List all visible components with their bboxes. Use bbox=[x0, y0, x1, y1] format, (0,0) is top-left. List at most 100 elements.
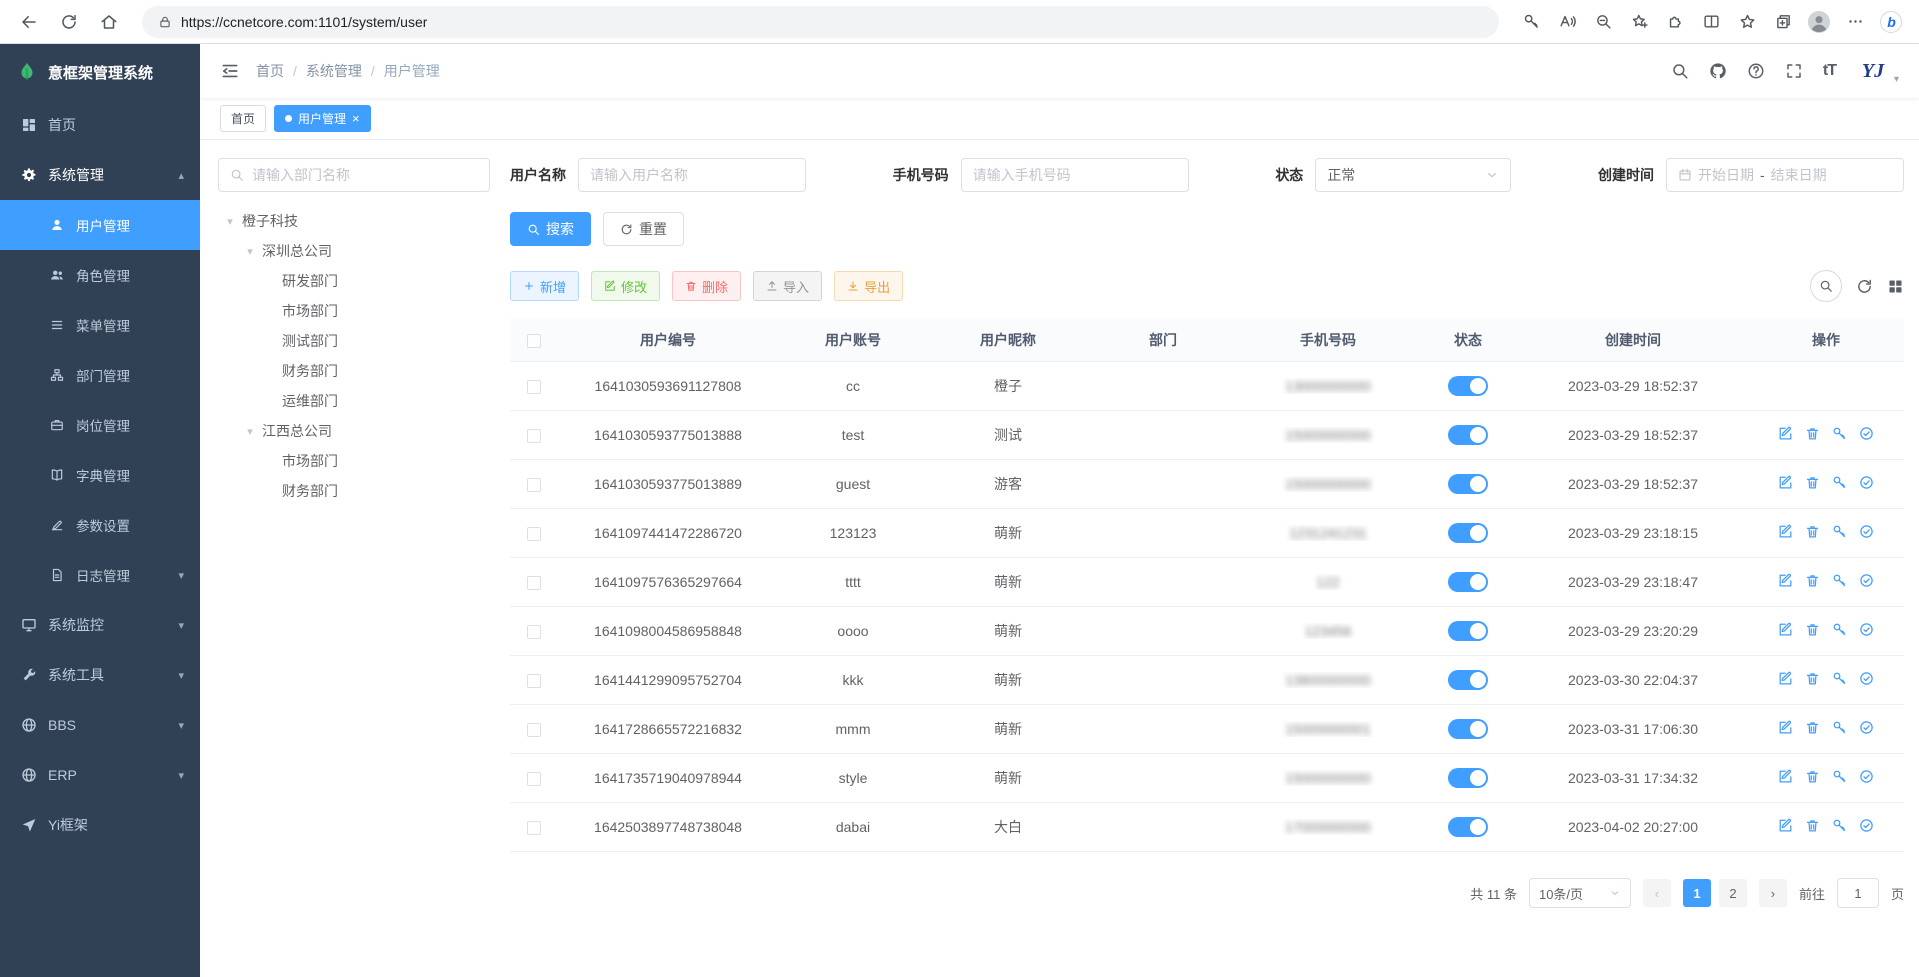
sidebar-item-erp[interactable]: ERP▾ bbox=[0, 750, 200, 800]
row-reset-password-icon[interactable] bbox=[1832, 671, 1847, 686]
row-reset-password-icon[interactable] bbox=[1832, 720, 1847, 735]
status-toggle[interactable] bbox=[1448, 376, 1488, 396]
collapse-sidebar-icon[interactable] bbox=[220, 61, 240, 81]
copilot-button[interactable]: b bbox=[1875, 6, 1907, 38]
row-reset-password-icon[interactable] bbox=[1832, 426, 1847, 441]
tree-node[interactable]: ▾橙子科技 bbox=[218, 206, 490, 236]
row-delete-icon[interactable] bbox=[1805, 426, 1820, 441]
row-checkbox[interactable] bbox=[527, 674, 541, 688]
row-checkbox[interactable] bbox=[527, 429, 541, 443]
row-edit-icon[interactable] bbox=[1778, 475, 1793, 490]
collections-button[interactable] bbox=[1767, 6, 1799, 38]
row-delete-icon[interactable] bbox=[1805, 573, 1820, 588]
sidebar-item-role-management[interactable]: 角色管理 bbox=[0, 250, 200, 300]
read-aloud-button[interactable] bbox=[1551, 6, 1583, 38]
sidebar-item-dict-management[interactable]: 字典管理 bbox=[0, 450, 200, 500]
sidebar-item-post-management[interactable]: 岗位管理 bbox=[0, 400, 200, 450]
row-reset-password-icon[interactable] bbox=[1832, 769, 1847, 784]
sidebar-item-log-management[interactable]: 日志管理▾ bbox=[0, 550, 200, 600]
row-assign-role-icon[interactable] bbox=[1859, 769, 1874, 784]
prev-page-button[interactable]: ‹ bbox=[1643, 879, 1671, 907]
fullscreen-icon[interactable] bbox=[1785, 62, 1803, 80]
status-toggle[interactable] bbox=[1448, 572, 1488, 592]
page-button-1[interactable]: 1 bbox=[1683, 879, 1711, 907]
add-button[interactable]: 新增 bbox=[510, 271, 579, 301]
sidebar-item-menu-management[interactable]: 菜单管理 bbox=[0, 300, 200, 350]
row-checkbox[interactable] bbox=[527, 527, 541, 541]
select-all-checkbox[interactable] bbox=[527, 334, 541, 348]
row-delete-icon[interactable] bbox=[1805, 475, 1820, 490]
reload-button[interactable] bbox=[52, 5, 86, 39]
tree-node[interactable]: 测试部门 bbox=[218, 326, 490, 356]
next-page-button[interactable]: › bbox=[1759, 879, 1787, 907]
goto-page-input[interactable] bbox=[1837, 878, 1879, 908]
row-assign-role-icon[interactable] bbox=[1859, 573, 1874, 588]
column-settings-button[interactable] bbox=[1887, 278, 1904, 295]
sidebar-item-yi-framework[interactable]: Yi框架 bbox=[0, 800, 200, 850]
status-toggle[interactable] bbox=[1448, 621, 1488, 641]
font-size-icon[interactable]: tT bbox=[1823, 62, 1836, 80]
row-checkbox[interactable] bbox=[527, 723, 541, 737]
row-edit-icon[interactable] bbox=[1778, 524, 1793, 539]
row-assign-role-icon[interactable] bbox=[1859, 671, 1874, 686]
row-delete-icon[interactable] bbox=[1805, 671, 1820, 686]
row-reset-password-icon[interactable] bbox=[1832, 573, 1847, 588]
user-avatar[interactable]: YJ ▾ bbox=[1856, 57, 1899, 85]
import-button[interactable]: 导入 bbox=[753, 271, 822, 301]
row-edit-icon[interactable] bbox=[1778, 426, 1793, 441]
row-edit-icon[interactable] bbox=[1778, 769, 1793, 784]
tree-node[interactable]: 运维部门 bbox=[218, 386, 490, 416]
row-reset-password-icon[interactable] bbox=[1832, 622, 1847, 637]
phone-input[interactable]: 请输入手机号码 bbox=[961, 158, 1189, 192]
export-button[interactable]: 导出 bbox=[834, 271, 903, 301]
delete-button[interactable]: 删除 bbox=[672, 271, 741, 301]
search-button[interactable]: 搜索 bbox=[510, 212, 591, 246]
row-delete-icon[interactable] bbox=[1805, 524, 1820, 539]
toggle-search-button[interactable] bbox=[1810, 270, 1842, 302]
status-toggle[interactable] bbox=[1448, 670, 1488, 690]
row-reset-password-icon[interactable] bbox=[1832, 524, 1847, 539]
status-toggle[interactable] bbox=[1448, 768, 1488, 788]
status-toggle[interactable] bbox=[1448, 523, 1488, 543]
row-edit-icon[interactable] bbox=[1778, 622, 1793, 637]
row-assign-role-icon[interactable] bbox=[1859, 818, 1874, 833]
sidebar-item-system-monitor[interactable]: 系统监控▾ bbox=[0, 600, 200, 650]
tree-node[interactable]: 市场部门 bbox=[218, 296, 490, 326]
status-toggle[interactable] bbox=[1448, 719, 1488, 739]
address-bar[interactable]: https://ccnetcore.com:1101/system/user bbox=[142, 6, 1499, 38]
row-assign-role-icon[interactable] bbox=[1859, 475, 1874, 490]
status-toggle[interactable] bbox=[1448, 474, 1488, 494]
row-edit-icon[interactable] bbox=[1778, 671, 1793, 686]
row-assign-role-icon[interactable] bbox=[1859, 622, 1874, 637]
status-toggle[interactable] bbox=[1448, 425, 1488, 445]
row-assign-role-icon[interactable] bbox=[1859, 524, 1874, 539]
status-toggle[interactable] bbox=[1448, 817, 1488, 837]
row-delete-icon[interactable] bbox=[1805, 769, 1820, 784]
row-reset-password-icon[interactable] bbox=[1832, 475, 1847, 490]
row-checkbox[interactable] bbox=[527, 380, 541, 394]
extensions-button[interactable] bbox=[1659, 6, 1691, 38]
github-icon[interactable] bbox=[1709, 62, 1727, 80]
sidebar-item-system-tools[interactable]: 系统工具▾ bbox=[0, 650, 200, 700]
tab-user-management[interactable]: 用户管理 bbox=[274, 105, 371, 132]
favorites-button[interactable] bbox=[1731, 6, 1763, 38]
add-favorite-button[interactable] bbox=[1623, 6, 1655, 38]
row-assign-role-icon[interactable] bbox=[1859, 426, 1874, 441]
sidebar-item-home[interactable]: 首页 bbox=[0, 100, 200, 150]
password-key-button[interactable] bbox=[1515, 6, 1547, 38]
date-range-picker[interactable]: 开始日期 - 结束日期 bbox=[1666, 158, 1904, 192]
row-checkbox[interactable] bbox=[527, 821, 541, 835]
username-input[interactable]: 请输入用户名称 bbox=[578, 158, 806, 192]
back-button[interactable] bbox=[12, 5, 46, 39]
dept-search-input[interactable]: 请输入部门名称 bbox=[218, 158, 490, 192]
browser-profile-button[interactable] bbox=[1803, 6, 1835, 38]
row-delete-icon[interactable] bbox=[1805, 720, 1820, 735]
row-edit-icon[interactable] bbox=[1778, 573, 1793, 588]
help-icon[interactable] bbox=[1747, 62, 1765, 80]
row-reset-password-icon[interactable] bbox=[1832, 818, 1847, 833]
refresh-table-button[interactable] bbox=[1856, 278, 1873, 295]
sidebar-item-dept-management[interactable]: 部门管理 bbox=[0, 350, 200, 400]
row-assign-role-icon[interactable] bbox=[1859, 720, 1874, 735]
row-edit-icon[interactable] bbox=[1778, 720, 1793, 735]
row-edit-icon[interactable] bbox=[1778, 818, 1793, 833]
